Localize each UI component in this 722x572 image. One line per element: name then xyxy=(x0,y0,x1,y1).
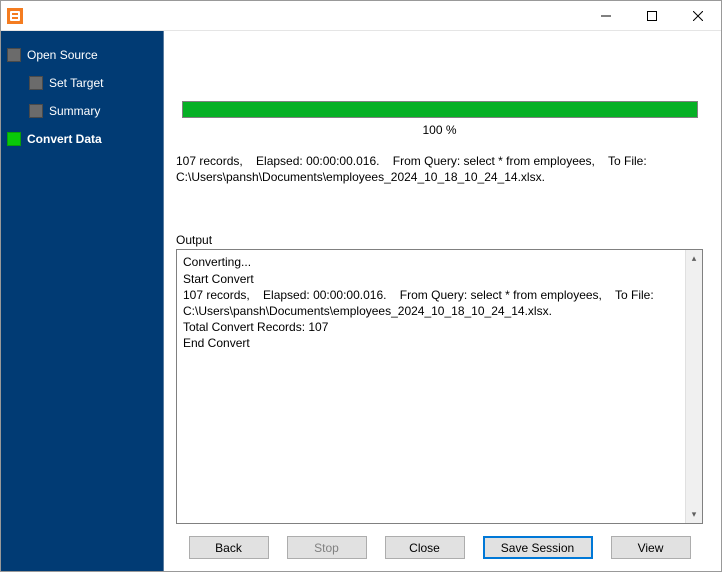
minimize-button[interactable] xyxy=(583,1,629,30)
scroll-down-icon[interactable]: ▾ xyxy=(686,506,702,523)
step-box-icon xyxy=(29,104,43,118)
progress-bar xyxy=(182,101,698,118)
step-box-icon xyxy=(7,48,21,62)
progress-section: 100 % xyxy=(176,101,703,137)
sidebar-item-set-target[interactable]: Set Target xyxy=(1,69,163,97)
output-scrollbar[interactable]: ▴ ▾ xyxy=(685,250,702,523)
sidebar-item-label: Open Source xyxy=(27,48,98,62)
output-box: Converting... Start Convert 107 records,… xyxy=(176,249,703,524)
sidebar-item-label: Convert Data xyxy=(27,132,102,146)
button-bar: Back Stop Close Save Session View xyxy=(176,536,703,563)
maximize-button[interactable] xyxy=(629,1,675,30)
output-text[interactable]: Converting... Start Convert 107 records,… xyxy=(177,250,685,523)
sidebar-item-convert-data[interactable]: Convert Data xyxy=(1,125,163,153)
close-button[interactable] xyxy=(675,1,721,30)
scroll-up-icon[interactable]: ▴ xyxy=(686,250,702,267)
sidebar-item-open-source[interactable]: Open Source xyxy=(1,41,163,69)
back-button[interactable]: Back xyxy=(189,536,269,559)
step-box-icon xyxy=(29,76,43,90)
sidebar-item-label: Summary xyxy=(49,104,100,118)
summary-text: 107 records, Elapsed: 00:00:00.016. From… xyxy=(176,153,703,185)
progress-fill xyxy=(183,102,697,117)
sidebar-item-label: Set Target xyxy=(49,76,103,90)
view-button[interactable]: View xyxy=(611,536,691,559)
sidebar: Open Source Set Target Summary Convert D… xyxy=(1,31,164,571)
body: Open Source Set Target Summary Convert D… xyxy=(1,31,721,571)
titlebar xyxy=(1,1,721,31)
save-session-button[interactable]: Save Session xyxy=(483,536,593,559)
app-icon xyxy=(7,8,23,24)
stop-button: Stop xyxy=(287,536,367,559)
progress-percent-label: 100 % xyxy=(422,123,456,137)
content-pane: 100 % 107 records, Elapsed: 00:00:00.016… xyxy=(164,31,721,571)
app-window: Open Source Set Target Summary Convert D… xyxy=(0,0,722,572)
close-page-button[interactable]: Close xyxy=(385,536,465,559)
sidebar-item-summary[interactable]: Summary xyxy=(1,97,163,125)
output-label: Output xyxy=(176,233,703,247)
step-box-active-icon xyxy=(7,132,21,146)
